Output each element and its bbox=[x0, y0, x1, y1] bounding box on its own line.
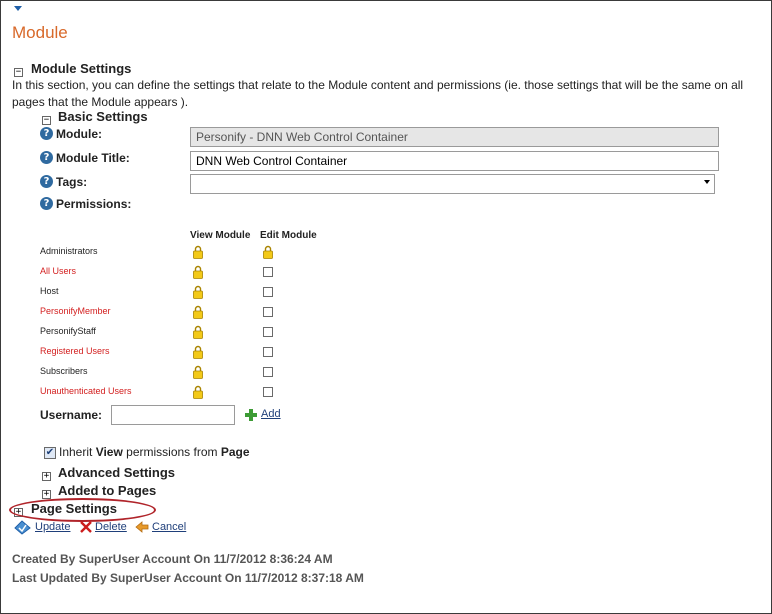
highlight-ellipse bbox=[9, 498, 156, 522]
role-name: Subscribers bbox=[40, 366, 88, 376]
help-icon[interactable]: ? bbox=[40, 197, 53, 210]
view-module-lock-icon[interactable] bbox=[193, 305, 203, 319]
inherit-view-checkbox[interactable]: ✔ bbox=[44, 447, 56, 459]
module-label: Module: bbox=[56, 127, 102, 141]
inherit-mid-text: permissions from bbox=[122, 445, 221, 459]
tags-select[interactable] bbox=[190, 174, 715, 194]
update-link[interactable]: Update bbox=[35, 521, 70, 533]
view-module-lock-icon[interactable] bbox=[193, 345, 203, 359]
inherit-view-label: Inherit View permissions from Page bbox=[59, 445, 250, 459]
edit-module-lock-icon[interactable] bbox=[263, 245, 273, 259]
page-title: Module bbox=[12, 23, 68, 42]
edit-module-checkbox[interactable] bbox=[263, 307, 273, 317]
delete-link[interactable]: Delete bbox=[95, 521, 127, 533]
basic-settings-title[interactable]: Basic Settings bbox=[58, 109, 148, 124]
inherit-prefix-text: Inherit bbox=[59, 445, 96, 459]
inherit-view-text: View bbox=[95, 445, 123, 459]
role-name: Unauthenticated Users bbox=[40, 386, 132, 396]
help-icon[interactable]: ? bbox=[40, 127, 53, 140]
module-field: Personify - DNN Web Control Container bbox=[190, 127, 719, 147]
module-title-label: Module Title: bbox=[56, 151, 130, 165]
last-updated-text: Last Updated By SuperUser Account On 11/… bbox=[12, 571, 364, 585]
role-name: All Users bbox=[40, 266, 77, 276]
cancel-link[interactable]: Cancel bbox=[152, 521, 186, 533]
role-name: PersonifyStaff bbox=[40, 326, 96, 336]
collapse-minus-icon[interactable]: − bbox=[14, 68, 23, 77]
module-settings-description: In this section, you can define the sett… bbox=[12, 78, 744, 109]
role-name: Registered Users bbox=[40, 346, 110, 356]
username-input[interactable] bbox=[111, 405, 235, 425]
add-plus-icon[interactable] bbox=[245, 409, 257, 421]
view-module-lock-icon[interactable] bbox=[193, 245, 203, 259]
advanced-settings-title[interactable]: Advanced Settings bbox=[58, 465, 175, 480]
view-module-lock-icon[interactable] bbox=[193, 265, 203, 279]
username-label: Username: bbox=[40, 408, 103, 422]
add-link[interactable]: Add bbox=[261, 408, 281, 420]
collapse-arrow-icon[interactable] bbox=[14, 6, 22, 11]
edit-module-checkbox[interactable] bbox=[263, 367, 273, 377]
module-settings-title[interactable]: Module Settings bbox=[31, 61, 131, 76]
view-module-lock-icon[interactable] bbox=[193, 385, 203, 399]
help-icon[interactable]: ? bbox=[40, 175, 53, 188]
chevron-down-icon bbox=[704, 180, 710, 184]
edit-module-checkbox[interactable] bbox=[263, 267, 273, 277]
role-name: PersonifyMember bbox=[40, 306, 111, 316]
edit-module-checkbox[interactable] bbox=[263, 387, 273, 397]
inherit-page-text: Page bbox=[220, 445, 250, 459]
module-settings-panel: Module − Module Settings In this section… bbox=[0, 0, 772, 614]
added-to-pages-title[interactable]: Added to Pages bbox=[58, 483, 156, 498]
tags-label: Tags: bbox=[56, 175, 88, 189]
collapse-minus-icon[interactable]: − bbox=[42, 116, 51, 125]
permissions-label: Permissions: bbox=[56, 197, 132, 211]
expand-plus-icon[interactable]: + bbox=[42, 472, 51, 481]
role-name: Host bbox=[40, 286, 59, 296]
delete-icon[interactable] bbox=[80, 521, 92, 533]
module-title-input[interactable]: DNN Web Control Container bbox=[190, 151, 719, 171]
column-header-view-module: View Module bbox=[190, 230, 251, 241]
view-module-lock-icon[interactable] bbox=[193, 325, 203, 339]
cancel-back-arrow-icon[interactable] bbox=[135, 521, 149, 533]
edit-module-checkbox[interactable] bbox=[263, 287, 273, 297]
edit-module-checkbox[interactable] bbox=[263, 327, 273, 337]
help-icon[interactable]: ? bbox=[40, 151, 53, 164]
view-module-lock-icon[interactable] bbox=[193, 365, 203, 379]
column-header-edit-module: Edit Module bbox=[260, 230, 317, 241]
created-by-text: Created By SuperUser Account On 11/7/201… bbox=[12, 552, 333, 566]
role-name: Administrators bbox=[40, 246, 98, 256]
expand-plus-icon[interactable]: + bbox=[42, 490, 51, 499]
edit-module-checkbox[interactable] bbox=[263, 347, 273, 357]
view-module-lock-icon[interactable] bbox=[193, 285, 203, 299]
update-icon[interactable] bbox=[14, 520, 31, 535]
